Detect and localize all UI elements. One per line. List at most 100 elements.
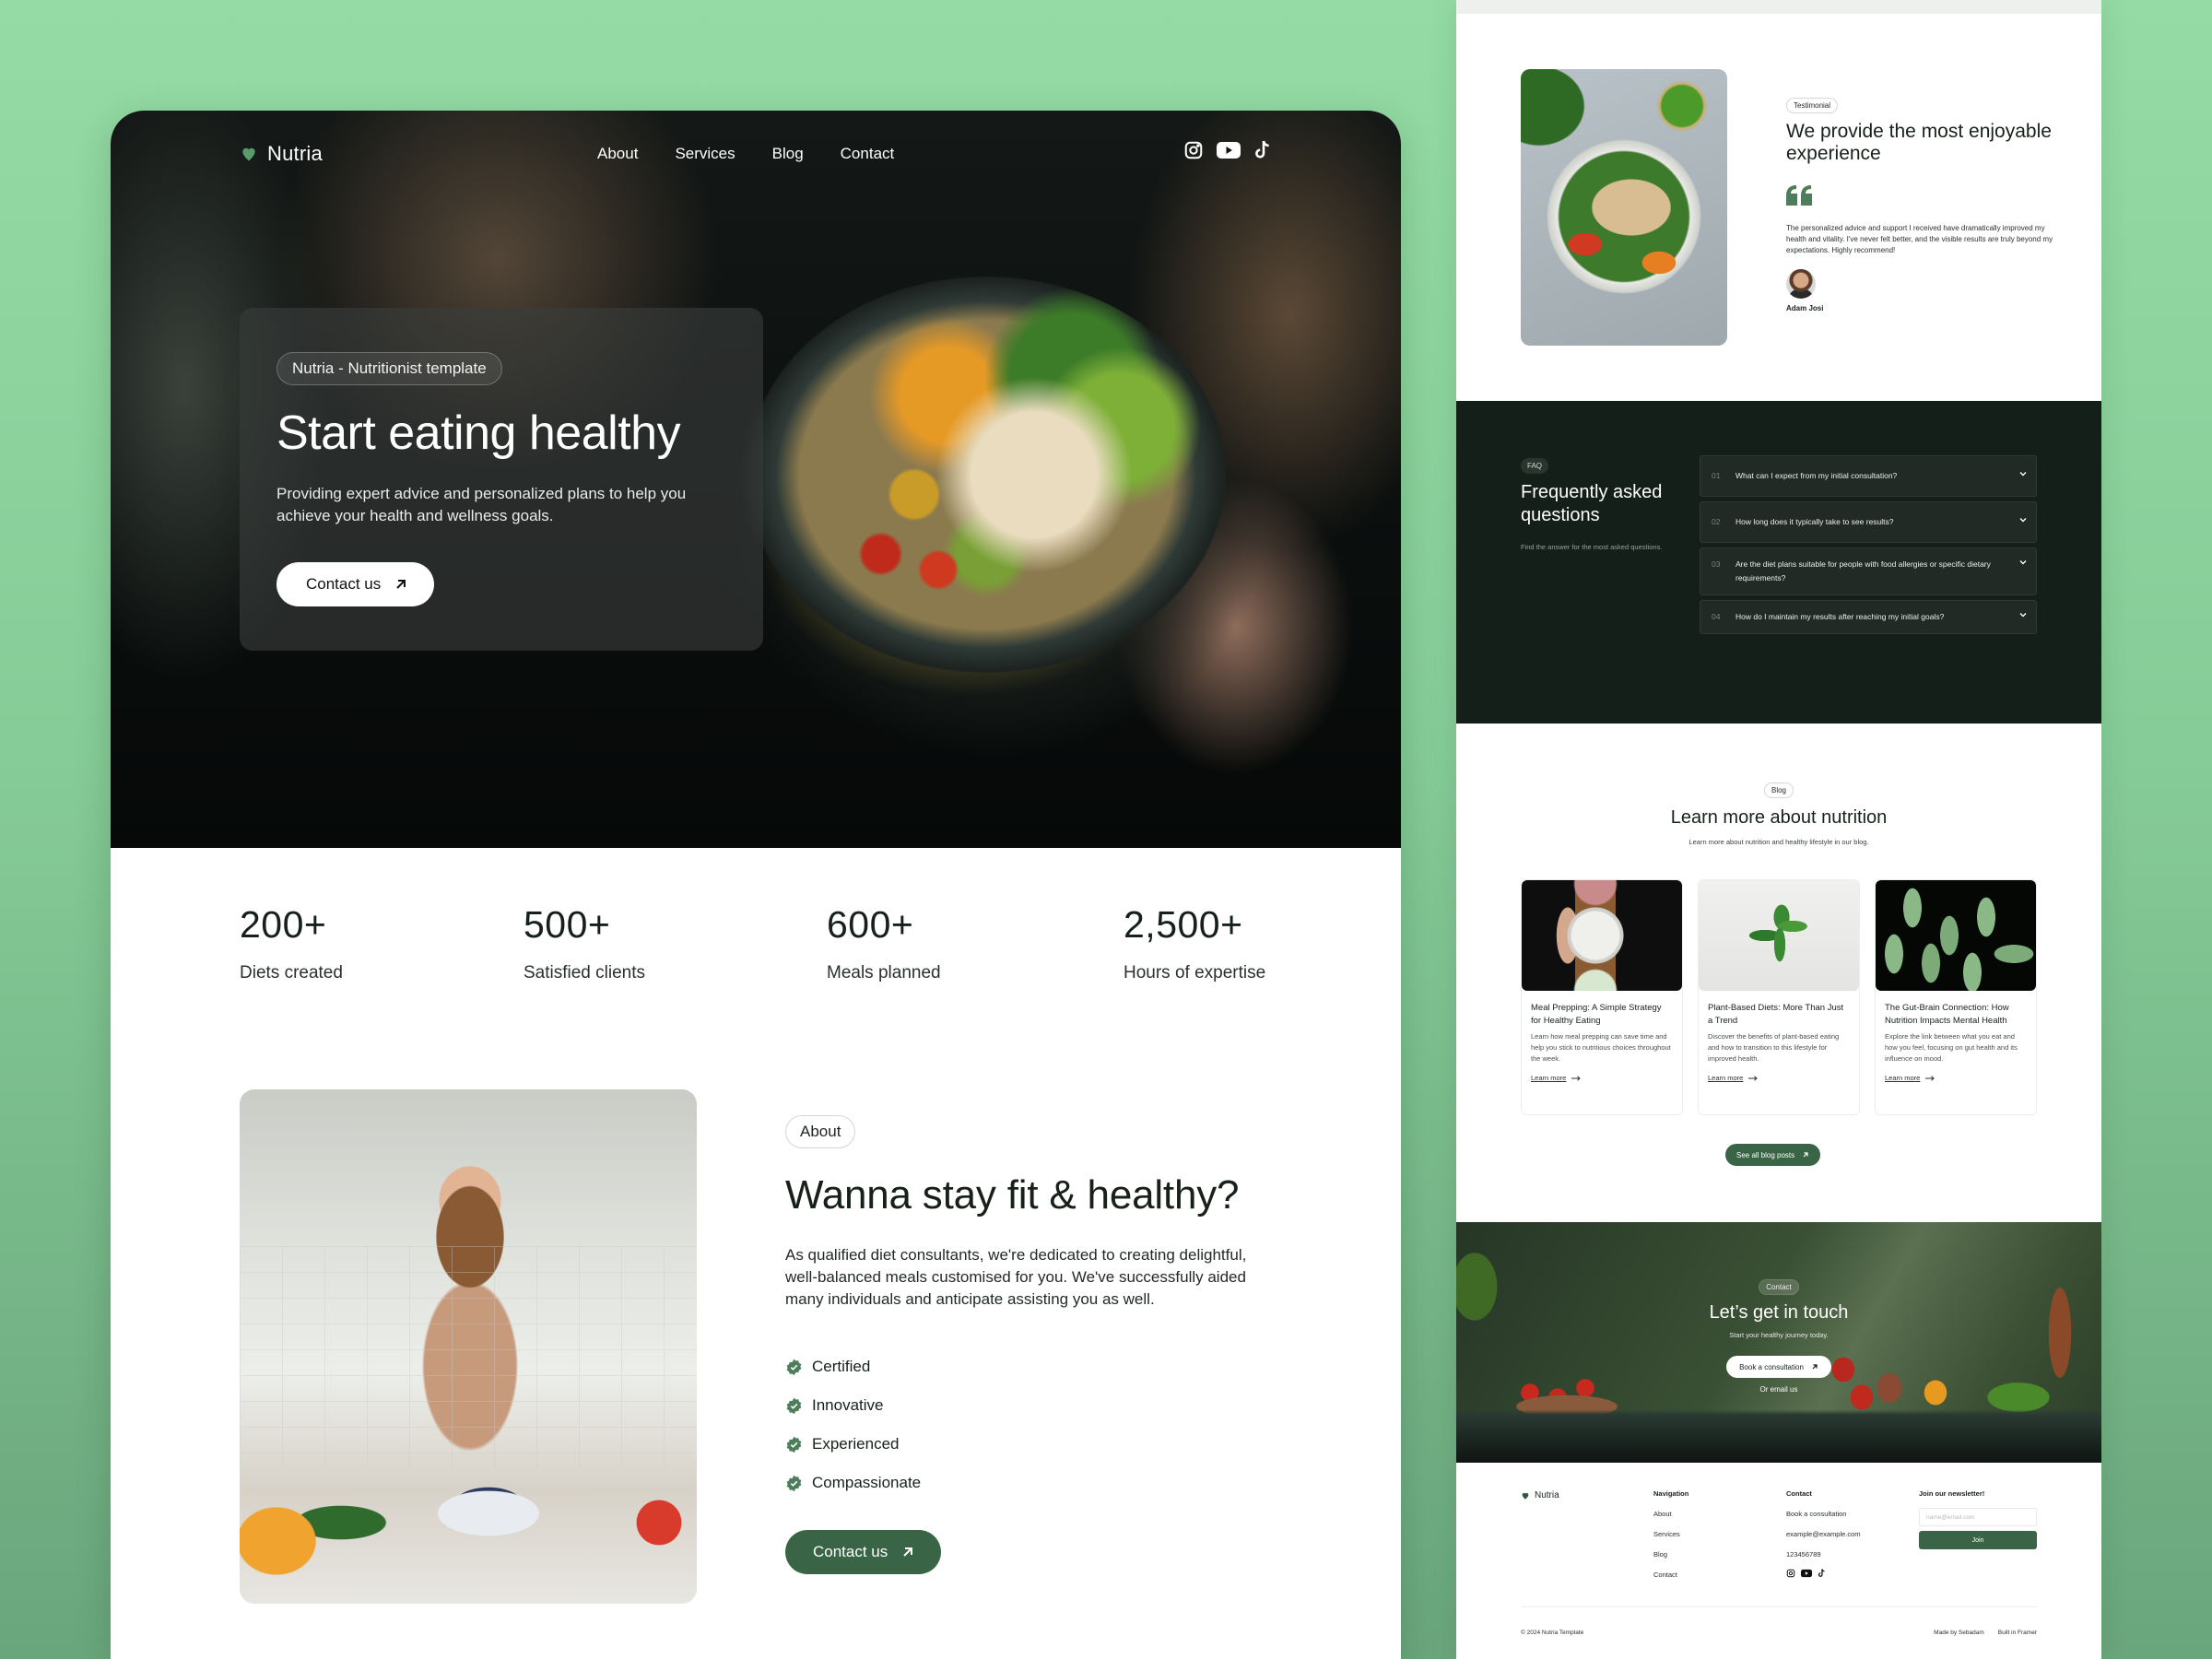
chevron-down-icon xyxy=(2019,518,2027,523)
faq-section: FAQ Frequently asked questions Find the … xyxy=(1456,401,2101,724)
blog-card[interactable]: Plant-Based Diets: More Than Just a Tren… xyxy=(1698,879,1860,1115)
book-consultation-button[interactable]: Book a consultation xyxy=(1726,1356,1831,1378)
blog-card-text: Discover the benefits of plant-based eat… xyxy=(1708,1032,1840,1063)
newsletter-heading: Join our newsletter! xyxy=(1919,1489,1985,1498)
contact-badge: Contact xyxy=(1759,1279,1799,1295)
stat-value: 200+ xyxy=(240,903,327,946)
blog-subtitle: Learn more about nutrition and healthy l… xyxy=(1688,838,1869,846)
hero-card: Nutria - Nutritionist template Start eat… xyxy=(240,308,763,651)
blog-header: Blog Learn more about nutrition Learn mo… xyxy=(1456,781,2101,846)
stat-label: Satisfied clients xyxy=(524,963,646,982)
footer-newsletter: Join our newsletter! Join xyxy=(1919,1489,2101,1549)
newsletter-join-button[interactable]: Join xyxy=(1919,1531,2037,1549)
feature-item: Experienced xyxy=(785,1425,1301,1464)
tiktok-icon[interactable] xyxy=(1253,140,1272,160)
contact-content: Contact Let’s get in touch Start your he… xyxy=(1456,1277,2101,1394)
see-all-label: See all blog posts xyxy=(1736,1150,1795,1159)
chevron-down-icon xyxy=(2019,560,2027,565)
footer: Nutria Navigation About Services Blog Co… xyxy=(1456,1463,2101,1659)
instagram-icon[interactable] xyxy=(1786,1569,1795,1578)
logo[interactable]: Nutria xyxy=(240,142,323,166)
footer-navigation: Navigation About Services Blog Contact xyxy=(1653,1489,1688,1579)
blog-cards: Meal Prepping: A Simple Strategy for Hea… xyxy=(1521,879,2037,1115)
footer-logo[interactable]: Nutria xyxy=(1521,1490,1559,1500)
stat-label: Meals planned xyxy=(827,963,941,982)
hero-subtitle: Providing expert advice and personalized… xyxy=(276,485,687,524)
footer-contact: Contact Book a consultation example@exam… xyxy=(1786,1489,1861,1578)
testimonial-author: Adam Josi xyxy=(1786,304,1824,312)
hero-title: Start eating healthy xyxy=(276,406,681,460)
footer-logo-text: Nutria xyxy=(1535,1490,1559,1500)
feature-item: Certified xyxy=(785,1347,1301,1386)
see-all-blog-posts-button[interactable]: See all blog posts xyxy=(1725,1144,1821,1166)
blog-card[interactable]: The Gut-Brain Connection: How Nutrition … xyxy=(1875,879,2037,1115)
faq-number: 03 xyxy=(1712,559,1721,569)
verified-badge-icon xyxy=(786,1397,802,1414)
hero-contact-button[interactable]: Contact us xyxy=(276,562,435,606)
arrow-right-icon xyxy=(1925,1075,1936,1081)
nav-link-about[interactable]: About xyxy=(597,145,638,163)
faq-item[interactable]: 01 What can I expect from my initial con… xyxy=(1700,455,2037,497)
learn-more-link[interactable]: Learn more xyxy=(1531,1074,1582,1082)
verified-badge-icon xyxy=(786,1475,802,1491)
footer-social xyxy=(1786,1569,1861,1578)
footer-link-contact[interactable]: Contact xyxy=(1653,1571,1688,1579)
learn-more-link[interactable]: Learn more xyxy=(1708,1074,1759,1082)
footer-divider xyxy=(1521,1606,2037,1607)
stat-value: 500+ xyxy=(524,903,611,946)
tiktok-icon[interactable] xyxy=(1818,1569,1826,1578)
made-by-link[interactable]: Made by Sebadam xyxy=(1934,1630,1984,1636)
faq-item[interactable]: 02 How long does it typically take to se… xyxy=(1700,501,2037,543)
learn-more-link[interactable]: Learn more xyxy=(1885,1074,1936,1082)
about-image xyxy=(240,1089,697,1604)
stat-value: 2,500+ xyxy=(1124,903,1243,946)
previous-section-edge xyxy=(1456,0,2101,14)
newsletter-email-input[interactable] xyxy=(1919,1508,2037,1526)
chevron-down-icon xyxy=(2019,613,2027,618)
youtube-icon[interactable] xyxy=(1217,140,1241,160)
stat-value: 600+ xyxy=(827,903,914,946)
arrow-up-right-icon xyxy=(1812,1364,1818,1370)
footer-phone[interactable]: 123456789 xyxy=(1786,1550,1861,1559)
footer-link-services[interactable]: Services xyxy=(1653,1530,1688,1538)
footer-book-consultation[interactable]: Book a consultation xyxy=(1786,1510,1861,1518)
about-contact-button[interactable]: Contact us xyxy=(785,1530,942,1574)
arrow-up-right-icon xyxy=(1803,1152,1808,1158)
stats-row: 200+ Diets created 500+ Satisfied client… xyxy=(240,903,1272,1014)
faq-question: How do I maintain my results after reach… xyxy=(1735,612,1945,621)
book-consultation-label: Book a consultation xyxy=(1739,1362,1804,1371)
faq-item[interactable]: 03 Are the diet plans suitable for peopl… xyxy=(1700,547,2037,595)
footer-nav-heading: Navigation xyxy=(1653,1489,1689,1498)
testimonial-title: We provide the most enjoyable experience xyxy=(1786,121,2052,164)
heart-icon xyxy=(242,147,255,161)
built-in-framer-link[interactable]: Built in Framer xyxy=(1998,1630,2037,1636)
blog-title: Learn more about nutrition xyxy=(1670,807,1888,828)
blog-badge: Blog xyxy=(1763,782,1794,798)
testimonial-badge: Testimonial xyxy=(1786,98,1839,113)
youtube-icon[interactable] xyxy=(1801,1569,1812,1578)
chevron-down-icon xyxy=(2019,472,2027,477)
contact-section: Contact Let’s get in touch Start your he… xyxy=(1456,1222,2101,1463)
nav-link-services[interactable]: Services xyxy=(675,145,735,163)
blog-card-text: Explore the link between what you eat an… xyxy=(1885,1032,2018,1063)
faq-item[interactable]: 04 How do I maintain my results after re… xyxy=(1700,600,2037,634)
feature-label: Innovative xyxy=(812,1396,884,1414)
blog-card[interactable]: Meal Prepping: A Simple Strategy for Hea… xyxy=(1521,879,1683,1115)
instagram-icon[interactable] xyxy=(1183,140,1204,160)
nav-link-contact[interactable]: Contact xyxy=(841,145,895,163)
footer-link-about[interactable]: About xyxy=(1653,1510,1688,1518)
quote-icon xyxy=(1786,185,1812,206)
email-us-link[interactable]: Or email us xyxy=(1456,1385,2101,1394)
copyright: © 2024 Nutria Template xyxy=(1521,1630,1584,1636)
logo-text: Nutria xyxy=(267,142,323,165)
blog-section: Blog Learn more about nutrition Learn mo… xyxy=(1456,724,2101,1222)
learn-more-label: Learn more xyxy=(1531,1074,1567,1082)
testimonial-section: Testimonial We provide the most enjoyabl… xyxy=(1786,96,2053,312)
hero-contact-label: Contact us xyxy=(306,575,382,593)
nav-link-blog[interactable]: Blog xyxy=(772,145,804,163)
heart-icon xyxy=(1522,1492,1529,1500)
about-contact-label: Contact us xyxy=(813,1543,888,1560)
footer-email[interactable]: example@example.com xyxy=(1786,1530,1861,1538)
verified-badge-icon xyxy=(786,1359,802,1375)
footer-link-blog[interactable]: Blog xyxy=(1653,1550,1688,1559)
